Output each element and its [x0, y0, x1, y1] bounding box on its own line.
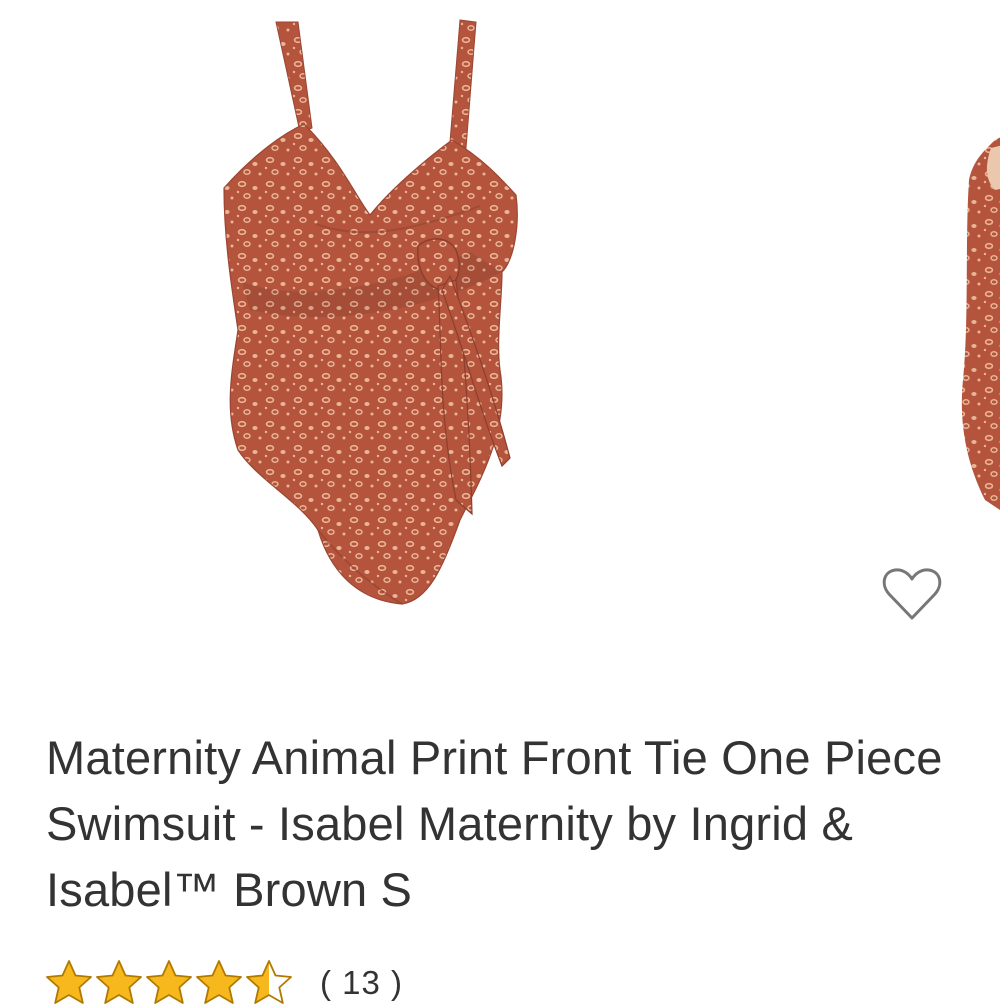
star-rating	[44, 958, 294, 1008]
star-icon	[146, 960, 192, 1004]
rating-row[interactable]: ( 13 )	[44, 958, 403, 1008]
product-image[interactable]	[180, 10, 560, 610]
heart-outline-icon	[882, 568, 942, 620]
favorite-button[interactable]	[876, 560, 948, 628]
product-image-carousel[interactable]	[0, 0, 1000, 700]
product-title[interactable]: Maternity Animal Print Front Tie One Pie…	[46, 725, 966, 923]
star-icon	[196, 960, 242, 1004]
star-icon	[96, 960, 142, 1004]
star-icon	[246, 960, 292, 1004]
next-product-image-peek[interactable]	[955, 120, 1000, 540]
star-icon	[46, 960, 92, 1004]
review-count[interactable]: ( 13 )	[320, 964, 403, 1002]
